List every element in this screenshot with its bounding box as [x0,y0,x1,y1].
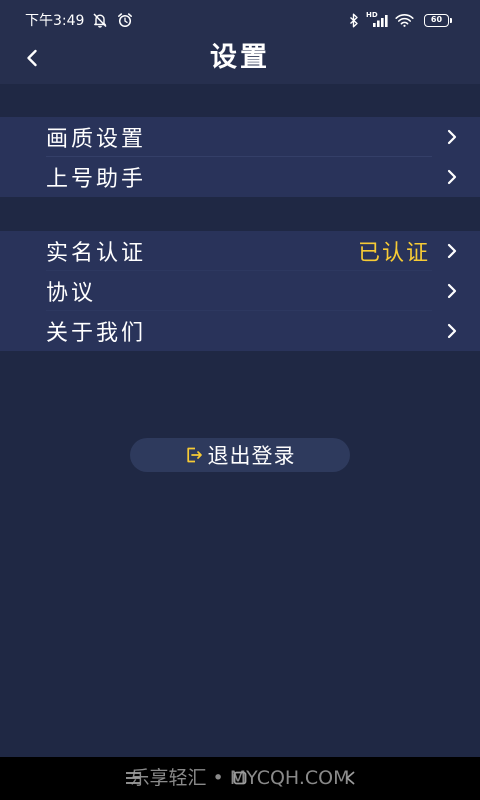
verification-status: 已认证 [357,241,430,266]
alarm-icon [117,12,133,28]
status-bar: 下午3:49 HD 60 [0,6,480,34]
back-button[interactable] [18,44,46,72]
logout-label: 退出登录 [207,444,296,468]
settings-row-login-assistant[interactable]: 上号助手 [0,157,480,197]
bluetooth-icon [349,13,359,28]
page-title: 设置 [210,42,270,73]
row-label: 协议 [46,281,97,306]
chevron-left-icon [26,49,38,67]
chevron-right-icon [446,169,458,185]
top-area: 下午3:49 HD 60 设置 [0,0,480,84]
row-label: 上号助手 [46,167,147,192]
settings-row-about-us[interactable]: 关于我们 [0,311,480,351]
home-icon[interactable] [233,771,247,785]
battery-nub [450,17,452,23]
chevron-right-icon [446,243,458,259]
header: 设置 [0,36,480,80]
row-label: 实名认证 [46,241,147,266]
row-label: 画质设置 [46,127,147,152]
battery-icon: 60 [424,13,452,27]
status-time: 下午3:49 [25,13,85,29]
row-label: 关于我们 [46,321,147,346]
settings-group-1: 画质设置 上号助手 [0,117,480,197]
chevron-right-icon [446,323,458,339]
logout-button[interactable]: 退出登录 [130,438,350,472]
wifi-icon [395,13,414,27]
settings-group-2: 实名认证 已认证 协议 关于我们 [0,231,480,351]
chevron-right-icon [446,283,458,299]
menu-icon[interactable] [125,771,141,785]
system-nav-bar: 乐享轻汇 • MYCQH.COM [0,757,480,800]
status-bar-right: HD 60 [349,6,452,34]
signal-icon: HD [366,11,388,28]
settings-row-real-name-verification[interactable]: 实名认证 已认证 [0,231,480,271]
settings-row-agreement[interactable]: 协议 [0,271,480,311]
system-back-icon[interactable] [344,771,356,785]
chevron-right-icon [446,129,458,145]
status-bar-left: 下午3:49 [25,6,133,34]
settings-row-picture-quality[interactable]: 画质设置 [0,117,480,157]
battery-level: 60 [430,15,443,24]
mute-notification-icon [92,12,108,28]
battery-body: 60 [424,13,449,27]
logout-icon [185,446,203,464]
